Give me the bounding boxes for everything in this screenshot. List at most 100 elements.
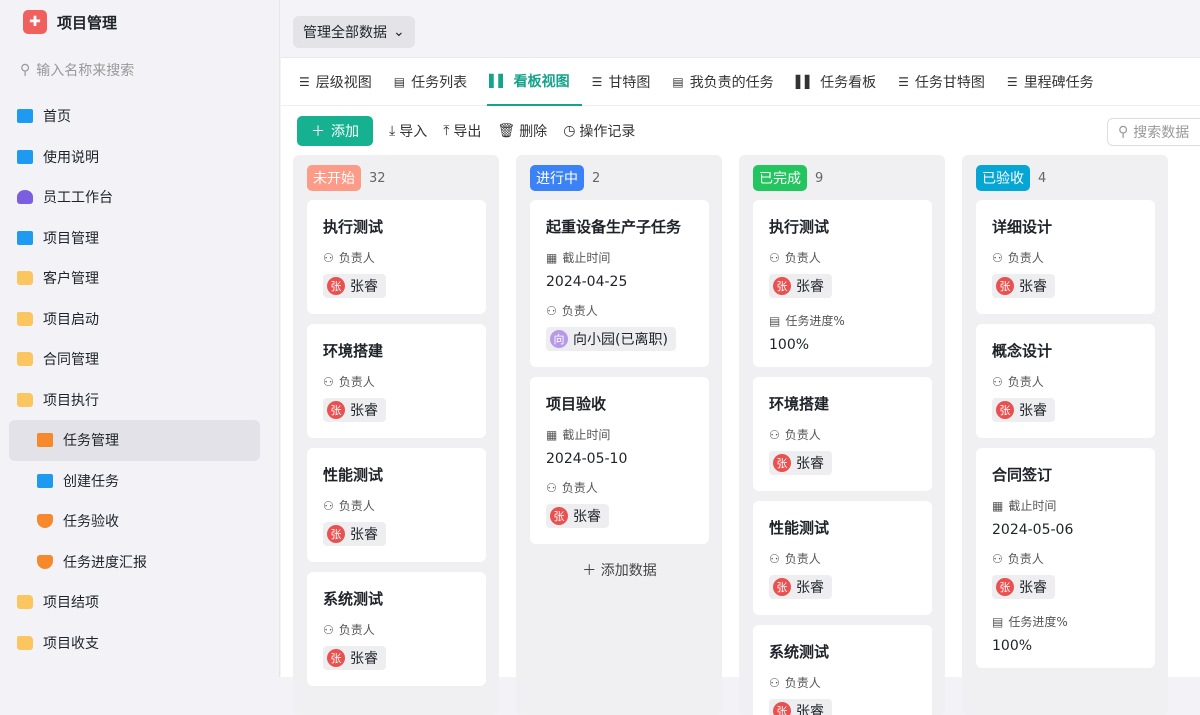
sidebar-item[interactable]: 合同管理 <box>9 339 260 380</box>
task-card[interactable]: 系统测试 ⚇ 负责人 张张睿 <box>753 625 932 715</box>
avatar: 张 <box>773 277 791 295</box>
task-card[interactable]: 起重设备生产子任务 ▦ 截止时间 2024-04-25 ⚇ 负责人 向向小园(已离职) <box>530 200 709 367</box>
download-icon: ⤓ <box>389 123 396 139</box>
sidebar-item[interactable]: 创建任务 <box>9 461 260 502</box>
owner-label: 负责人 <box>561 304 598 318</box>
card-title: 环境搭建 <box>769 395 830 413</box>
column-count: 32 <box>369 170 386 186</box>
search-data-input[interactable]: ⚲ 搜索数据 <box>1107 118 1200 146</box>
shield-icon <box>37 554 53 569</box>
column-header: 进行中 2 <box>530 165 709 191</box>
sidebar-search-input[interactable]: ⚲ 输入名称来搜索 <box>20 60 134 80</box>
tab-label: 甘特图 <box>608 75 651 91</box>
owner-chip[interactable]: 张张睿 <box>323 646 386 670</box>
task-card[interactable]: 性能测试 ⚇ 负责人 张张睿 <box>753 501 932 615</box>
field-label: ⚇ 负责人 <box>769 426 916 443</box>
app-logo[interactable]: ✚ 项目管理 <box>23 10 117 34</box>
sidebar-item[interactable]: 项目启动 <box>9 299 260 340</box>
shield-icon <box>37 514 53 529</box>
sidebar-item[interactable]: 项目管理 <box>9 218 260 259</box>
sidebar-item-label: 项目管理 <box>43 230 99 247</box>
add-data-button[interactable]: ＋ 添加数据 <box>530 554 709 580</box>
progress-label: 任务进度% <box>1008 615 1068 629</box>
task-card[interactable]: 概念设计 ⚇ 负责人 张张睿 <box>976 324 1155 438</box>
avatar: 张 <box>773 454 791 472</box>
operation-log-button[interactable]: ◷ 操作记录 <box>563 121 635 141</box>
tab[interactable]: ▤ 任务列表 <box>392 58 479 106</box>
sidebar-item[interactable]: 使用说明 <box>9 137 260 178</box>
clock-icon: ◷ <box>563 123 576 139</box>
view-icon: ▌▌ <box>795 75 815 89</box>
user-icon: ⚇ <box>546 480 557 495</box>
sidebar-item[interactable]: 员工工作台 <box>9 177 260 218</box>
field-label: ▦ 截止时间 <box>546 426 693 443</box>
tab[interactable]: ☰ 任务甘特图 <box>896 58 997 106</box>
task-card[interactable]: 环境搭建 ⚇ 负责人 张张睿 <box>753 377 932 491</box>
card-title: 详细设计 <box>992 218 1053 236</box>
task-card[interactable]: 合同签订 ▦ 截止时间 2024-05-06 ⚇ 负责人 张张睿 ▤ 任务进度% 100% <box>976 448 1155 668</box>
status-badge: 已验收 <box>976 165 1030 191</box>
deadline-label: 截止时间 <box>562 251 611 265</box>
owner-chip[interactable]: 张张睿 <box>323 522 386 546</box>
sidebar-item-label: 客户管理 <box>43 271 99 288</box>
owner-label: 负责人 <box>1007 251 1044 265</box>
sidebar-item[interactable]: 客户管理 <box>9 258 260 299</box>
document-icon <box>17 230 33 245</box>
sidebar-item[interactable]: 首页 <box>9 96 260 137</box>
sidebar-item[interactable]: 任务验收 <box>9 501 260 542</box>
owner-chip[interactable]: 张张睿 <box>546 504 609 528</box>
owner-chip[interactable]: 张张睿 <box>992 398 1055 422</box>
deadline-label: 截止时间 <box>562 428 611 442</box>
column-count: 4 <box>1038 170 1047 186</box>
delete-button[interactable]: 🗑 删除 <box>497 121 547 141</box>
tab[interactable]: ▌▌ 看板视图 <box>487 58 582 106</box>
user-icon: ⚇ <box>546 303 557 318</box>
tab[interactable]: ▤ 我负责的任务 <box>670 58 785 106</box>
sidebar-item[interactable]: 项目收支 <box>9 623 260 664</box>
owner-name: 张睿 <box>573 509 601 525</box>
tab[interactable]: ☰ 甘特图 <box>590 58 663 106</box>
owner-chip[interactable]: 向向小园(已离职) <box>546 327 676 351</box>
avatar: 张 <box>773 702 791 715</box>
owner-label: 负责人 <box>338 499 375 513</box>
status-badge: 未开始 <box>307 165 361 191</box>
avatar: 张 <box>773 578 791 596</box>
user-icon: ⚇ <box>769 250 780 265</box>
top-bar: 管理全部数据 ⌄ <box>281 0 1200 58</box>
owner-chip[interactable]: 张张睿 <box>323 398 386 422</box>
tab[interactable]: ▌▌ 任务看板 <box>794 58 888 106</box>
owner-chip[interactable]: 张张睿 <box>769 451 832 475</box>
sidebar-item[interactable]: 项目执行 <box>9 380 260 421</box>
task-card[interactable]: 性能测试 ⚇ 负责人 张张睿 <box>307 448 486 562</box>
owner-chip[interactable]: 张张睿 <box>992 575 1055 599</box>
owner-chip[interactable]: 张张睿 <box>323 274 386 298</box>
sidebar-item[interactable]: 任务管理 <box>9 420 260 461</box>
owner-chip[interactable]: 张张睿 <box>769 274 832 298</box>
field-label: ⚇ 负责人 <box>323 621 470 638</box>
owner-chip[interactable]: 张张睿 <box>769 575 832 599</box>
import-button[interactable]: ⤓ 导入 <box>389 121 427 141</box>
task-card[interactable]: 环境搭建 ⚇ 负责人 张张睿 <box>307 324 486 438</box>
task-card[interactable]: 项目验收 ▦ 截止时间 2024-05-10 ⚇ 负责人 张张睿 <box>530 377 709 544</box>
user-icon: ⚇ <box>769 551 780 566</box>
sidebar-item-label: 项目收支 <box>43 635 99 652</box>
kanban-column: 进行中 2 起重设备生产子任务 ▦ 截止时间 2024-04-25 ⚇ 负责人 向向小园(已离… <box>516 155 722 715</box>
data-scope-dropdown[interactable]: 管理全部数据 ⌄ <box>293 16 415 48</box>
task-card[interactable]: 执行测试 ⚇ 负责人 张张睿 <box>307 200 486 314</box>
tab[interactable]: ☰ 层级视图 <box>297 58 384 106</box>
sidebar-item[interactable]: 任务进度汇报 <box>9 542 260 583</box>
user-icon: ⚇ <box>769 675 780 690</box>
sidebar-nav: 首页 使用说明 员工工作台 项目管理 客户管理 项目启动 合同管理 项目执行 任… <box>9 96 260 663</box>
export-button[interactable]: ⤒ 导出 <box>443 121 481 141</box>
owner-chip[interactable]: 张张睿 <box>769 699 832 715</box>
avatar: 张 <box>550 507 568 525</box>
sidebar-item[interactable]: 项目结项 <box>9 582 260 623</box>
add-button[interactable]: ＋ 添加 <box>297 116 373 146</box>
tab[interactable]: ☰ 里程碑任务 <box>1005 58 1106 106</box>
task-card[interactable]: 系统测试 ⚇ 负责人 张张睿 <box>307 572 486 686</box>
field-label: ⚇ 负责人 <box>769 550 916 567</box>
owner-chip[interactable]: 张张睿 <box>992 274 1055 298</box>
task-card[interactable]: 执行测试 ⚇ 负责人 张张睿 ▤ 任务进度% 100% <box>753 200 932 367</box>
task-card[interactable]: 详细设计 ⚇ 负责人 张张睿 <box>976 200 1155 314</box>
kanban-column: 未开始 32 执行测试 ⚇ 负责人 张张睿 环境搭建 ⚇ 负责人 张张睿 性能测试 ⚇ 负责人 张张… <box>293 155 499 715</box>
